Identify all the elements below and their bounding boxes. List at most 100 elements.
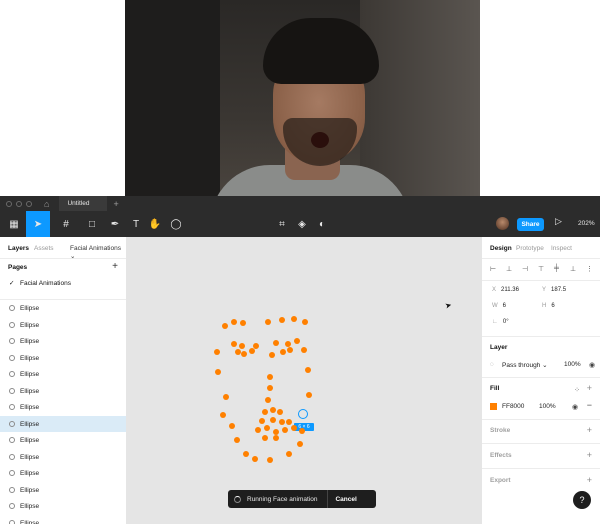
ellipse-dot[interactable] [267, 374, 273, 380]
distribute-icon[interactable]: ⋮ [586, 265, 593, 273]
layer-row[interactable]: Ellipse [0, 482, 126, 499]
ellipse-dot[interactable] [231, 319, 237, 325]
style-grid-icon[interactable]: ⁘ [574, 386, 580, 394]
layer-row[interactable]: Ellipse [0, 415, 126, 432]
file-tab[interactable]: Untitled [59, 196, 108, 211]
share-button[interactable]: Share [517, 218, 544, 231]
move-tool-icon[interactable]: ➤ [26, 211, 50, 237]
ellipse-dot[interactable] [286, 451, 292, 457]
ellipse-dot[interactable] [241, 351, 247, 357]
contrast-icon[interactable]: ◐ [312, 211, 332, 237]
design-canvas[interactable]: 6 × 6 ➤ Running Face animation Cancel [127, 237, 481, 524]
ellipse-dot[interactable] [234, 437, 240, 443]
ellipse-dot[interactable] [243, 451, 249, 457]
layer-row[interactable]: Ellipse [0, 350, 126, 367]
eye-icon[interactable]: ◉ [589, 361, 595, 369]
ellipse-dot[interactable] [249, 348, 255, 354]
ellipse-dot[interactable] [267, 457, 273, 463]
new-tab-plus-icon[interactable]: + [113, 199, 118, 209]
eye-icon[interactable]: ◉ [572, 403, 578, 411]
ellipse-dot[interactable] [297, 441, 303, 447]
close-window-button[interactable] [6, 200, 12, 207]
tab-inspect[interactable]: Inspect [551, 245, 572, 252]
help-button[interactable]: ? [573, 491, 591, 509]
ellipse-dot[interactable] [279, 317, 285, 323]
selected-ellipse-outline[interactable] [298, 409, 308, 419]
maximize-window-button[interactable] [26, 200, 32, 207]
ellipse-dot[interactable] [255, 427, 261, 433]
ellipse-dot[interactable] [280, 349, 286, 355]
ellipse-dot[interactable] [302, 319, 308, 325]
layer-row[interactable]: Ellipse [0, 399, 126, 416]
ellipse-dot[interactable] [229, 423, 235, 429]
ellipse-dot[interactable] [264, 425, 270, 431]
page-selector[interactable]: Facial Animations ⌄ [70, 245, 126, 260]
ellipse-dot[interactable] [273, 435, 279, 441]
layer-row[interactable]: Ellipse [0, 498, 126, 515]
ellipse-dot[interactable] [306, 392, 312, 398]
layer-row[interactable]: Ellipse [0, 300, 126, 317]
layer-row[interactable]: Ellipse [0, 333, 126, 350]
page-item[interactable]: ✓ Facial Animations [0, 275, 126, 291]
hand-tool-icon[interactable]: ✋ [146, 211, 164, 237]
width-field[interactable]: W6 [492, 303, 506, 309]
tab-design[interactable]: Design [490, 245, 512, 252]
ellipse-dot[interactable] [222, 323, 228, 329]
pen-tool-icon[interactable]: ✒ [104, 211, 126, 237]
ellipse-dot[interactable] [269, 352, 275, 358]
ellipse-dot[interactable] [267, 385, 273, 391]
y-field[interactable]: Y 187.5 [542, 287, 566, 293]
add-stroke-plus-icon[interactable]: + [587, 425, 592, 435]
ellipse-dot[interactable] [277, 409, 283, 415]
ellipse-dot[interactable] [265, 319, 271, 325]
ellipse-dot[interactable] [231, 341, 237, 347]
crop-icon[interactable]: ⌗ [272, 211, 292, 237]
align-center-horizontal-icon[interactable]: ⊥ [506, 265, 512, 273]
ellipse-dot[interactable] [215, 369, 221, 375]
ellipse-dot[interactable] [299, 428, 305, 434]
comment-tool-icon[interactable]: ◯ [166, 211, 186, 237]
x-field[interactable]: X 211.36 [492, 287, 519, 293]
ellipse-dot[interactable] [291, 316, 297, 322]
ellipse-dot[interactable] [294, 338, 300, 344]
ellipse-dot[interactable] [270, 407, 276, 413]
fill-opacity[interactable]: 100% [539, 403, 556, 410]
blend-mode-select[interactable]: Pass through ⌄ [502, 361, 548, 369]
ellipse-dot[interactable] [287, 347, 293, 353]
home-icon[interactable]: ⌂ [44, 199, 49, 209]
ellipse-dot[interactable] [270, 417, 276, 423]
frame-tool-icon[interactable]: # [54, 211, 78, 237]
avatar[interactable] [496, 217, 509, 230]
rotation-field[interactable]: ∟ 0° [492, 319, 509, 325]
minimize-window-button[interactable] [16, 200, 22, 207]
add-effect-plus-icon[interactable]: + [587, 450, 592, 460]
ellipse-dot[interactable] [279, 419, 285, 425]
zoom-level[interactable]: 202% [578, 220, 595, 227]
text-tool-icon[interactable]: T [126, 211, 146, 237]
ellipse-dot[interactable] [291, 425, 297, 431]
align-bottom-icon[interactable]: ⊥ [570, 265, 576, 273]
layer-row[interactable]: Ellipse [0, 366, 126, 383]
main-menu-icon[interactable]: ▦ [4, 211, 24, 237]
ellipse-dot[interactable] [262, 409, 268, 415]
tab-prototype[interactable]: Prototype [516, 245, 544, 252]
cancel-button[interactable]: Cancel [335, 496, 356, 503]
tab-layers[interactable]: Layers [8, 245, 29, 252]
align-top-icon[interactable]: ⊤ [538, 265, 544, 273]
ellipse-dot[interactable] [301, 347, 307, 353]
layer-row[interactable]: Ellipse [0, 383, 126, 400]
components-icon[interactable]: ◈ [292, 211, 312, 237]
ellipse-dot[interactable] [305, 367, 311, 373]
layer-row[interactable]: Ellipse [0, 317, 126, 334]
layer-row[interactable]: Ellipse [0, 465, 126, 482]
align-middle-icon[interactable]: ╪ [554, 265, 559, 272]
layer-row[interactable]: Ellipse [0, 449, 126, 466]
ellipse-dot[interactable] [265, 397, 271, 403]
add-page-plus-icon[interactable]: + [112, 261, 118, 272]
present-play-icon[interactable]: ▷ [555, 216, 562, 227]
ellipse-dot[interactable] [286, 419, 292, 425]
shape-tool-icon[interactable]: □ [80, 211, 104, 237]
add-export-plus-icon[interactable]: + [587, 475, 592, 485]
ellipse-dot[interactable] [273, 340, 279, 346]
fill-hex-value[interactable]: FF8000 [502, 403, 524, 410]
